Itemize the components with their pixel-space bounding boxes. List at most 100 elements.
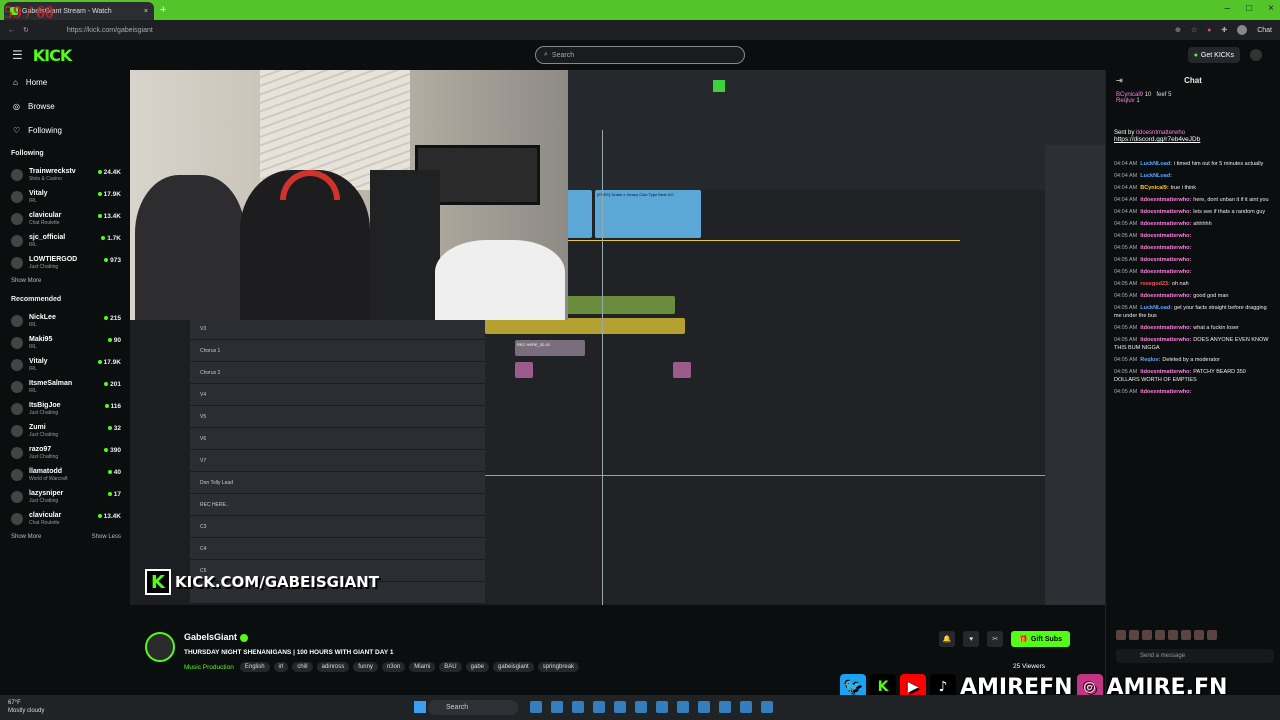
menu-icon[interactable]: ☰ <box>12 48 23 62</box>
nav-home[interactable]: ⌂ Home <box>0 70 130 94</box>
emote[interactable] <box>1116 630 1126 640</box>
stream-tag[interactable]: English <box>239 662 270 672</box>
message-user[interactable]: itdoesntmatterwho: <box>1140 221 1191 227</box>
taskbar-app-icon[interactable] <box>719 701 731 713</box>
close-window-icon[interactable]: × <box>1268 3 1274 14</box>
new-tab-button[interactable]: + <box>160 4 166 16</box>
clip-icon[interactable]: ✂ <box>987 631 1004 647</box>
sidebar-channel[interactable]: razo97 Just Chatting 390 <box>0 442 130 464</box>
pinned-link[interactable]: https://discord.gg/r7eb4veJDb <box>1114 136 1272 143</box>
stream-tag[interactable]: chill <box>292 662 313 672</box>
message-user[interactable]: itdoesntmatterwho: <box>1140 233 1191 239</box>
message-user[interactable]: rosegod23: <box>1140 281 1170 287</box>
emote[interactable] <box>1168 630 1178 640</box>
message-user[interactable]: itdoesntmatterwho: <box>1140 337 1191 343</box>
show-more-label[interactable]: Show More <box>11 278 41 284</box>
back-icon[interactable]: ← <box>8 27 15 34</box>
nav-following[interactable]: ♡ Following <box>0 118 130 142</box>
sidebar-channel[interactable]: NickLee IRL 215 <box>0 310 130 332</box>
streamer-name[interactable]: GabeIsGiant <box>184 632 237 642</box>
stream-tag[interactable]: springbreak <box>537 662 580 672</box>
stream-tag[interactable]: BAU <box>439 662 462 672</box>
message-user[interactable]: BCynical9: <box>1140 185 1168 191</box>
sidebar-channel[interactable]: lazysniper Just Chatting 17 <box>0 486 130 508</box>
url-field[interactable]: https://kick.com/gabeisgiant <box>67 27 153 34</box>
message-user[interactable]: itdoesntmatterwho: <box>1140 369 1191 375</box>
message-user[interactable]: LuckNLoad: <box>1140 173 1172 179</box>
get-kicks-button[interactable]: ● Get KICKs <box>1187 47 1240 63</box>
pinned-message[interactable]: Sent by itdoesntmatterwho https://discor… <box>1114 130 1272 160</box>
profile-icon[interactable] <box>1237 25 1248 35</box>
sidebar-channel[interactable]: ItsmeSalman IRL 201 <box>0 376 130 398</box>
sidebar-channel[interactable]: ItsBigJoe Just Chatting 116 <box>0 398 130 420</box>
emote[interactable] <box>1194 630 1204 640</box>
search-input[interactable]: ⌕ Search <box>535 46 745 64</box>
show-less-button[interactable]: Show Less <box>92 534 121 540</box>
taskbar-app-icon[interactable] <box>677 701 689 713</box>
stream-tag[interactable]: adinross <box>316 662 350 672</box>
taskbar-app-icon[interactable] <box>656 701 668 713</box>
nav-browse[interactable]: ◎ Browse <box>0 94 130 118</box>
maximize-icon[interactable]: □ <box>1246 3 1252 14</box>
video-player[interactable]: Beat DON'T CALL ANYMORE-01 (FREE) Drake … <box>130 70 1105 605</box>
follow-heart-icon[interactable]: ♥ <box>963 631 980 647</box>
stream-tag[interactable]: gabeisgiant <box>493 662 534 672</box>
notification-bell-icon[interactable]: 🔔 <box>939 631 956 647</box>
gift-subs-button[interactable]: 🎁 Gift Subs <box>1011 631 1070 647</box>
message-user[interactable]: itdoesntmatterwho: <box>1140 325 1191 331</box>
weather-widget[interactable]: 67°F Mostly cloudy <box>8 699 44 715</box>
stream-tag[interactable]: irl <box>273 662 289 672</box>
message-user[interactable]: itdoesntmatterwho: <box>1140 197 1191 203</box>
emote[interactable] <box>1129 630 1139 640</box>
following-show-more[interactable]: Show More <box>0 274 130 288</box>
collapse-chat-icon[interactable]: ⇥ <box>1116 76 1123 85</box>
emote[interactable] <box>1207 630 1217 640</box>
taskbar-search[interactable]: Search <box>428 700 518 715</box>
sidebar-channel[interactable]: llamatodd World of Warcraft 40 <box>0 464 130 486</box>
taskbar-app-icon[interactable] <box>698 701 710 713</box>
sidebar-channel[interactable]: clavicular Chat Roulette 13.4K <box>0 208 130 230</box>
sidebar-channel[interactable]: Zumi Just Chatting 32 <box>0 420 130 442</box>
streamer-avatar[interactable] <box>145 632 175 662</box>
show-more-button[interactable]: Show More <box>11 534 41 540</box>
kick-logo[interactable]: KICK <box>33 46 72 65</box>
user-avatar[interactable] <box>1250 49 1262 61</box>
sidebar-channel[interactable]: Trainwreckstv Slots & Casino 24.4K <box>0 164 130 186</box>
taskbar-app-icon[interactable] <box>530 701 542 713</box>
sidebar-channel[interactable]: Vitaly IRL 17.9K <box>0 354 130 376</box>
minimize-icon[interactable]: – <box>1225 3 1231 14</box>
stream-tag[interactable]: n3on <box>381 662 406 672</box>
extensions-puzzle-icon[interactable]: ✚ <box>1221 26 1227 34</box>
bookmark-star-icon[interactable]: ☆ <box>1191 26 1197 34</box>
sidebar-channel[interactable]: Vitaly IRL 17.9K <box>0 186 130 208</box>
sidebar-channel[interactable]: LOWTIERGOD Just Chatting 973 <box>0 252 130 274</box>
windows-start-icon[interactable] <box>414 701 426 713</box>
message-user[interactable]: Reqluv: <box>1140 357 1160 363</box>
message-user[interactable]: itdoesntmatterwho: <box>1140 269 1191 275</box>
reload-icon[interactable]: ↻ <box>23 26 29 34</box>
taskbar-app-icon[interactable] <box>740 701 752 713</box>
message-user[interactable]: LuckNLoad: <box>1140 161 1172 167</box>
sidebar-channel[interactable]: sjc_official IRL 1.7K <box>0 230 130 252</box>
stream-tag[interactable]: Miami <box>409 662 436 672</box>
extension-icon[interactable]: ● <box>1207 27 1211 34</box>
taskbar-app-icon[interactable] <box>635 701 647 713</box>
message-user[interactable]: itdoesntmatterwho: <box>1140 257 1191 263</box>
emote[interactable] <box>1181 630 1191 640</box>
taskbar-app-icon[interactable] <box>551 701 563 713</box>
emote[interactable] <box>1142 630 1152 640</box>
tab-close-icon[interactable]: × <box>144 8 148 15</box>
zoom-icon[interactable]: ⊕ <box>1175 26 1181 34</box>
message-user[interactable]: LuckNLoad: <box>1140 305 1172 311</box>
sidebar-channel[interactable]: clavicular Chat Roulette 13.4K <box>0 508 130 530</box>
taskbar-app-icon[interactable] <box>572 701 584 713</box>
browser-chat-button[interactable]: Chat <box>1257 27 1272 34</box>
message-user[interactable]: itdoesntmatterwho: <box>1140 293 1191 299</box>
stream-category[interactable]: Music Production <box>184 664 234 671</box>
taskbar-app-icon[interactable] <box>614 701 626 713</box>
taskbar-app-icon[interactable] <box>761 701 773 713</box>
message-user[interactable]: itdoesntmatterwho: <box>1140 245 1191 251</box>
emote[interactable] <box>1155 630 1165 640</box>
taskbar-app-icon[interactable] <box>593 701 605 713</box>
stream-tag[interactable]: funny <box>353 662 378 672</box>
